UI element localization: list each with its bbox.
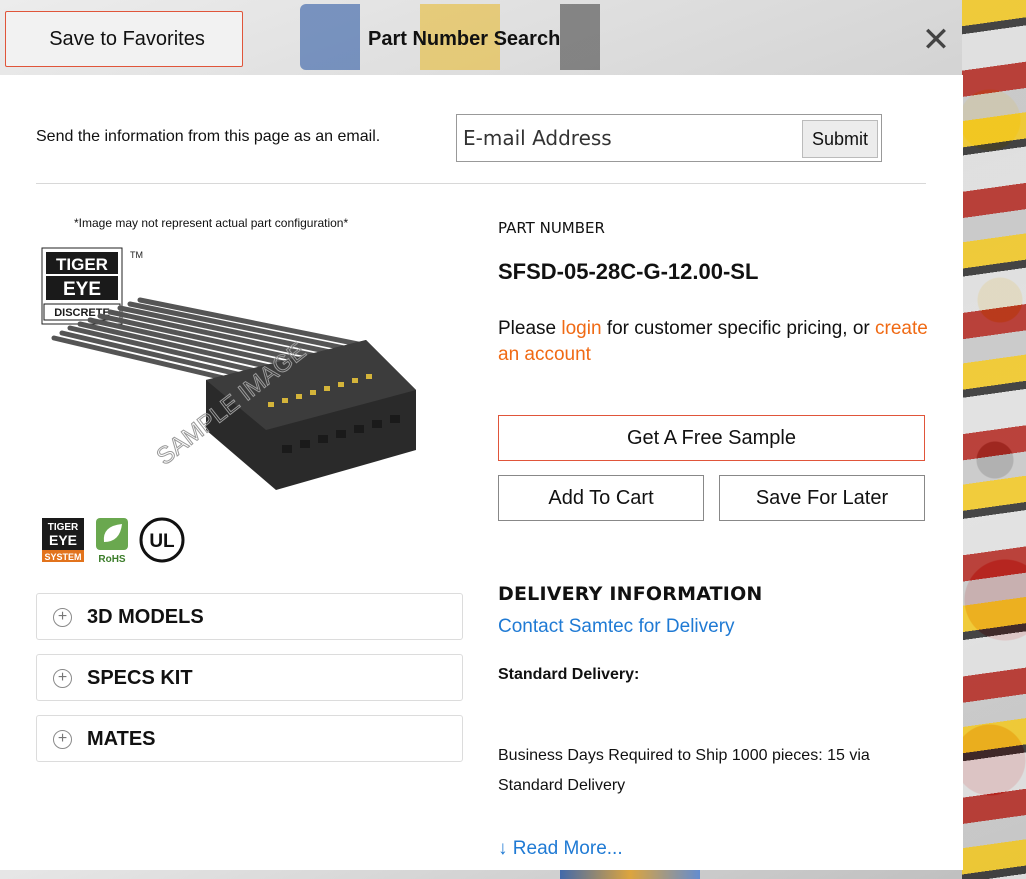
email-submit-button[interactable]: Submit: [802, 120, 878, 158]
plus-icon: +: [53, 608, 72, 627]
ul-text: UL: [149, 531, 175, 552]
page-title: Part Number Search: [368, 28, 561, 50]
section-divider: [36, 183, 926, 184]
login-link[interactable]: login: [561, 318, 601, 339]
modal-topbar: Save to Favorites Part Number Search ✕: [0, 0, 1026, 75]
close-icon[interactable]: ✕: [918, 22, 954, 58]
email-share-label: Send the information from this page as a…: [36, 128, 381, 145]
accordion-specs-kit[interactable]: + SPECS KIT: [36, 654, 463, 701]
image-disclaimer: *Image may not represent actual part con…: [74, 216, 349, 230]
badge-text-eye: EYE: [49, 532, 77, 548]
plus-icon: +: [53, 669, 72, 688]
pricing-middle: for customer specific pricing, or: [606, 318, 870, 339]
accordion-label: SPECS KIT: [87, 667, 193, 689]
part-number-label: PART NUMBER: [498, 219, 605, 237]
contact-samtec-link[interactable]: Contact Samtec for Delivery: [498, 616, 735, 638]
rohs-icon: RoHS: [96, 518, 128, 564]
part-detail-panel: Send the information from this page as a…: [0, 75, 963, 870]
logo-trademark: TM: [130, 250, 143, 260]
save-to-favorites-button[interactable]: Save to Favorites: [5, 11, 243, 67]
pricing-prefix: Please: [498, 318, 557, 339]
rohs-text: RoHS: [98, 554, 126, 564]
email-share-row: Send the information from this page as a…: [36, 114, 926, 162]
accordion-mates[interactable]: + MATES: [36, 715, 463, 762]
ul-icon: UL: [139, 517, 185, 563]
standard-delivery-label: Standard Delivery:: [498, 666, 640, 683]
email-box: Submit: [456, 114, 882, 162]
read-more-link[interactable]: ↓ Read More...: [498, 838, 623, 860]
save-to-favorites-label: Save to Favorites: [49, 27, 205, 50]
accordion-label: 3D MODELS: [87, 606, 204, 628]
delivery-heading: DELIVERY INFORMATION: [498, 583, 763, 605]
plus-icon: +: [53, 730, 72, 749]
logo-text-tiger: TIGER: [56, 255, 108, 274]
tiger-eye-discrete-logo: TIGER EYE DISCRETE TM: [41, 247, 143, 325]
pricing-message: Please login for customer specific prici…: [498, 316, 948, 368]
accordion-label: MATES: [87, 728, 156, 750]
free-sample-button[interactable]: Get A Free Sample: [498, 415, 925, 461]
part-number-value: SFSD-05-28C-G-12.00-SL: [498, 259, 759, 284]
shipping-days-text: Business Days Required to Ship 1000 piec…: [498, 747, 870, 794]
save-for-later-button[interactable]: Save For Later: [719, 475, 925, 521]
badge-text-system: SYSTEM: [44, 552, 81, 562]
certification-badges: TIGER EYE SYSTEM RoHS UL: [42, 517, 185, 564]
background-connector-strip: [962, 0, 1026, 879]
logo-text-eye: EYE: [63, 279, 101, 300]
tiger-eye-system-icon: TIGER EYE SYSTEM: [42, 518, 84, 562]
product-image: TIGER EYE DISCRETE TM SAMPLE IMAGE: [41, 247, 416, 490]
add-to-cart-button[interactable]: Add To Cart: [498, 475, 704, 521]
email-address-input[interactable]: [463, 123, 793, 153]
accordion-3d-models[interactable]: + 3D MODELS: [36, 593, 463, 640]
